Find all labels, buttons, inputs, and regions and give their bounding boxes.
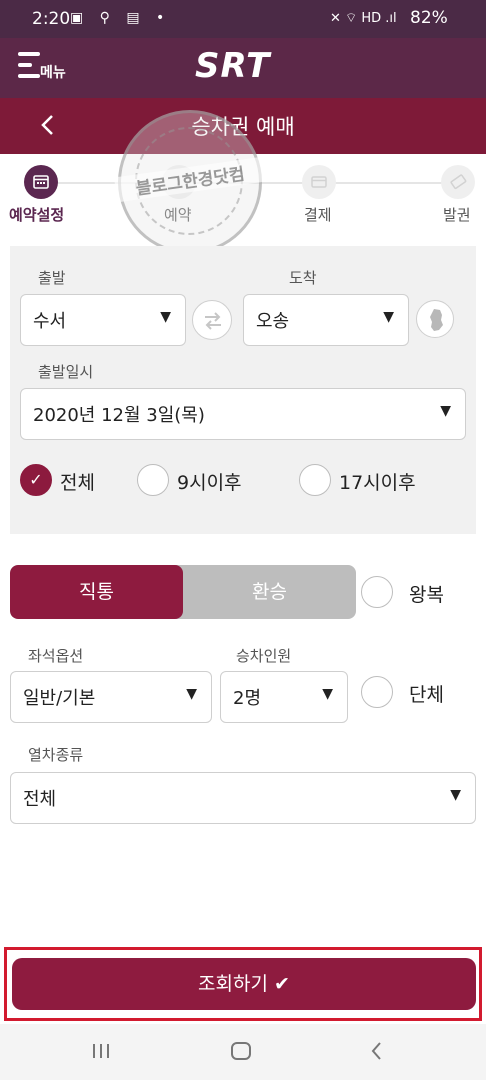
train-type-value: 전체: [23, 789, 57, 810]
step-ticketing-dot: [441, 165, 475, 199]
menu-label: 메뉴: [40, 65, 66, 81]
arrival-label: 도착: [289, 269, 317, 287]
battery-level: 82%: [410, 8, 448, 28]
app-header: 메뉴 SRT: [0, 38, 486, 98]
dropdown-arrow-icon: ▼: [383, 309, 394, 325]
passenger-count-select[interactable]: 2명 ▼: [220, 671, 348, 723]
search-button[interactable]: 조회하기 ✔: [12, 958, 476, 1010]
korea-map-icon: [430, 309, 443, 331]
dropdown-arrow-icon: ▼: [322, 686, 333, 702]
card-icon: [311, 176, 327, 188]
back-nav-icon[interactable]: [364, 1038, 390, 1064]
swap-arrows-icon: [205, 312, 221, 330]
dropdown-arrow-icon: ▼: [160, 309, 171, 325]
chevron-left-icon: [41, 115, 53, 135]
status-time: 2:20: [32, 9, 71, 29]
trip-type-toggle: 직통 환승: [10, 565, 356, 619]
departure-value: 수서: [33, 311, 67, 332]
departure-select[interactable]: 수서 ▼: [20, 294, 186, 346]
radio-circle-icon: [361, 576, 393, 608]
status-left-icons: ▣ ⚲ ▤ •: [70, 10, 171, 26]
group-label: 단체: [409, 684, 444, 706]
time-option-after-17[interactable]: 17시이후: [299, 464, 439, 498]
radio-circle-icon: [137, 464, 169, 496]
departure-label: 출발: [38, 269, 66, 287]
route-panel: 출발 도착 수서 ▼ 오송 ▼ 출발일시 2020년 12월 3일(목) ▼ ✓…: [10, 246, 476, 534]
status-right-icons: ✕ ⌔ HD .ıl: [330, 11, 397, 26]
transfer-tab[interactable]: 환승: [183, 565, 356, 619]
seat-option-value: 일반/기본: [23, 688, 96, 709]
dropdown-arrow-icon: ▼: [450, 787, 461, 803]
direct-tab[interactable]: 직통: [10, 565, 183, 619]
departure-date-label: 출발일시: [38, 363, 94, 381]
watermark-stamp: 블로그한경닷컴: [113, 110, 267, 254]
system-nav-bar: [0, 1024, 486, 1080]
radio-circle-icon: [299, 464, 331, 496]
step-label-payment: 결제: [304, 206, 332, 224]
arrival-value: 오송: [256, 311, 290, 332]
dropdown-arrow-icon: ▼: [440, 403, 451, 419]
menu-icon-bar: [18, 74, 40, 78]
departure-date-select[interactable]: 2020년 12월 3일(목) ▼: [20, 388, 466, 440]
time-option-all[interactable]: ✓ 전체: [20, 464, 140, 498]
time-option-after-9[interactable]: 9시이후: [137, 464, 267, 498]
station-map-button[interactable]: [416, 300, 454, 338]
swap-stations-button[interactable]: [192, 300, 232, 340]
srt-logo: SRT: [195, 46, 271, 86]
time-option-after-17-label: 17시이후: [339, 472, 416, 494]
round-trip-label: 왕복: [409, 584, 444, 606]
checkmark-icon: ✓: [20, 464, 52, 496]
radio-circle-icon: [361, 676, 393, 708]
time-option-after-9-label: 9시이후: [177, 472, 242, 494]
passengers-label: 승차인원: [236, 647, 292, 665]
group-option[interactable]: 단체: [361, 676, 471, 710]
status-bar: 2:20 ▣ ⚲ ▤ • ✕ ⌔ HD .ıl 82%: [0, 0, 486, 38]
train-type-label: 열차종류: [28, 746, 84, 764]
time-option-all-label: 전체: [60, 472, 95, 494]
calendar-icon: [33, 175, 49, 189]
menu-icon-bar: [18, 63, 32, 67]
train-type-select[interactable]: 전체 ▼: [10, 772, 476, 824]
dropdown-arrow-icon: ▼: [186, 686, 197, 702]
step-label-ticketing: 발권: [443, 206, 471, 224]
departure-date-value: 2020년 12월 3일(목): [33, 405, 205, 426]
back-button[interactable]: [34, 108, 64, 142]
home-icon[interactable]: [228, 1038, 254, 1064]
menu-button[interactable]: 메뉴: [18, 52, 78, 86]
step-label-reservation-settings: 예약설정: [9, 206, 65, 224]
seat-option-label: 좌석옵션: [28, 647, 84, 665]
arrival-select[interactable]: 오송 ▼: [243, 294, 409, 346]
round-trip-option[interactable]: 왕복: [361, 576, 471, 610]
ticket-icon: [450, 174, 467, 190]
step-payment-dot: [302, 165, 336, 199]
recent-apps-icon[interactable]: [88, 1038, 114, 1064]
seat-option-select[interactable]: 일반/기본 ▼: [10, 671, 212, 723]
passenger-count-value: 2명: [233, 688, 262, 709]
menu-icon: [18, 52, 40, 56]
step-reservation-settings-dot: [24, 165, 58, 199]
